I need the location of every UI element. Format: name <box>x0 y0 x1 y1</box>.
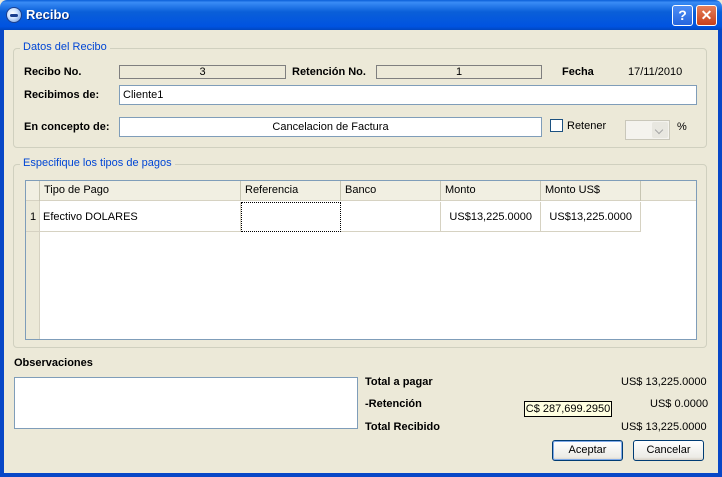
help-button[interactable]: ? <box>672 5 693 26</box>
percent-label: % <box>677 121 687 133</box>
aceptar-button[interactable]: Aceptar <box>552 440 623 461</box>
pagos-legend: Especifique los tipos de pagos <box>20 157 175 169</box>
total-pagar-value: US$ 13,225.0000 <box>621 376 707 388</box>
window-border-right <box>718 30 722 477</box>
pagos-grid[interactable]: Tipo de Pago Referencia Banco Monto Mont… <box>25 180 697 340</box>
observaciones-label: Observaciones <box>14 357 93 369</box>
recibimos-de-input[interactable]: Cliente1 <box>119 85 697 105</box>
en-concepto-de-label: En concepto de: <box>24 121 110 133</box>
chevron-down-icon[interactable] <box>652 122 668 138</box>
cell-monto[interactable]: US$13,225.0000 <box>441 202 541 232</box>
retener-checkbox[interactable] <box>550 119 563 132</box>
grid-header: Tipo de Pago Referencia Banco Monto Mont… <box>26 181 696 201</box>
cell-banco[interactable] <box>341 202 441 232</box>
window-title: Recibo <box>26 7 70 22</box>
fecha-value: 17/11/2010 <box>628 66 683 78</box>
column-header-monto[interactable]: Monto <box>441 181 541 201</box>
total-pagar-label: Total a pagar <box>365 376 433 388</box>
total-recibido-value: US$ 13,225.0000 <box>621 421 707 433</box>
cell-monto-us[interactable]: US$13,225.0000 <box>541 202 641 232</box>
cell-tipo-pago[interactable]: Efectivo DOLARES <box>40 202 241 232</box>
retencion-no-field: 1 <box>376 65 542 79</box>
column-header-tipo[interactable]: Tipo de Pago <box>40 181 241 201</box>
retener-label: Retener <box>567 120 607 132</box>
fecha-label: Fecha <box>562 66 594 78</box>
column-header-banco[interactable]: Banco <box>341 181 441 201</box>
column-header-monto-us[interactable]: Monto US$ <box>541 181 641 201</box>
window-border-bottom <box>0 473 722 477</box>
en-concepto-de-input[interactable]: Cancelacion de Factura <box>119 117 542 137</box>
total-recibido-label: Total Recibido <box>365 421 440 433</box>
recibo-no-label: Recibo No. <box>24 66 82 78</box>
datos-recibo-legend: Datos del Recibo <box>20 41 110 53</box>
recibimos-de-label: Recibimos de: <box>24 89 100 101</box>
retencion-no-label: Retención No. <box>292 66 366 78</box>
tooltip-cordobas: C$ 287,699.2950 <box>524 401 612 417</box>
app-icon <box>6 7 22 23</box>
grid-corner <box>26 181 40 201</box>
cell-referencia[interactable] <box>241 202 341 232</box>
retener-percent-combo[interactable] <box>625 120 670 140</box>
window-border-left <box>0 30 4 477</box>
retencion-total-value: US$ 0.0000 <box>650 398 709 410</box>
row-number: 1 <box>26 202 40 232</box>
recibo-no-field: 3 <box>119 65 286 79</box>
observaciones-textarea[interactable] <box>14 377 358 429</box>
cancelar-button[interactable]: Cancelar <box>633 440 704 461</box>
retencion-total-label: -Retención <box>365 398 422 410</box>
title-bar[interactable] <box>0 0 722 30</box>
close-button[interactable]: ✕ <box>696 5 717 26</box>
column-header-referencia[interactable]: Referencia <box>241 181 341 201</box>
